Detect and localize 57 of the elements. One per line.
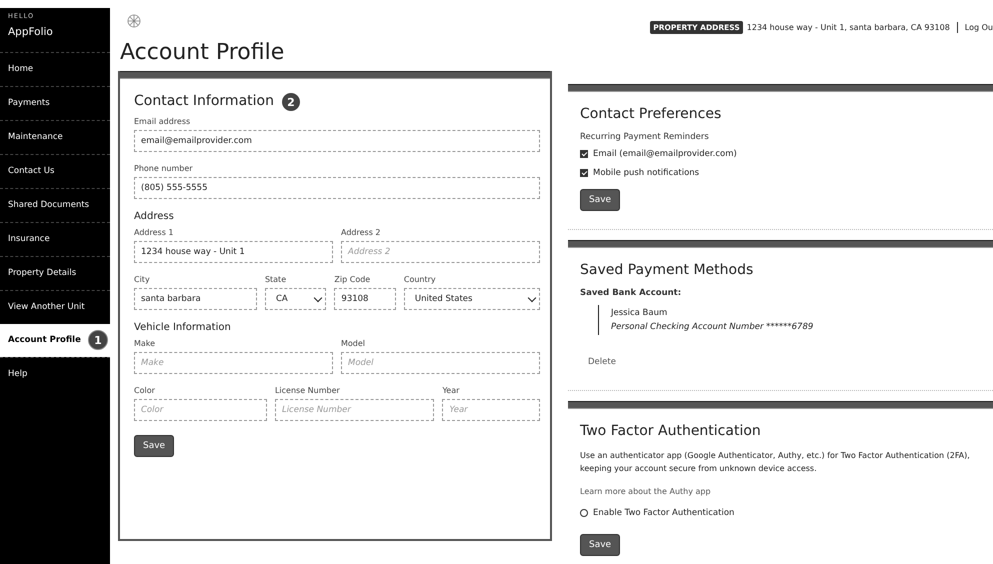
field-label: License Number	[274, 386, 341, 395]
save-button[interactable]: Save	[580, 189, 620, 211]
section-title: Two Factor Authentication	[580, 423, 762, 439]
field-label: State	[264, 275, 288, 284]
sidebar-item[interactable]: Property Details	[0, 256, 110, 290]
input-field[interactable]: (805) 555-5555	[134, 177, 540, 199]
authy-link[interactable]: Learn more about the Authy app	[580, 487, 983, 496]
field-label: Year	[442, 386, 460, 395]
delete-link[interactable]: Delete	[588, 357, 616, 367]
checkbox[interactable]	[580, 169, 588, 177]
property-address: 1234 house way - Unit 1, santa barbara, CA 93108	[746, 23, 950, 32]
field-label: Zip Code	[334, 275, 372, 284]
field-label: Address 1	[134, 228, 174, 237]
section-subtitle: Recurring Payment Reminders	[580, 132, 710, 142]
input-field[interactable]: email@emailprovider.com	[134, 130, 540, 152]
field-label: Address 2	[341, 228, 382, 237]
logout-link[interactable]: Log Ou	[964, 23, 993, 32]
description-text: Use an authenticator app (Google Authenticator, Authy, etc.) for Two Factor Authentication (2FA), keeping your account secure from unknown device access.	[580, 450, 971, 475]
field-label: Color	[134, 386, 156, 395]
field-label: Make	[134, 339, 156, 348]
section-title: Saved Payment Methods	[580, 262, 754, 278]
sidebar-item[interactable]: Maintenance	[0, 120, 110, 154]
sidebar-item[interactable]: Home	[0, 52, 110, 86]
page-title: Account Profile	[120, 40, 284, 66]
option-label: Enable Two Factor Authentication	[593, 508, 734, 518]
sidebar-item[interactable]: Contact Us	[0, 154, 110, 188]
section-title: Contact Information	[134, 93, 274, 109]
callout-number: 2	[282, 93, 300, 111]
field-label: Phone number	[134, 164, 194, 173]
input-field[interactable]: santa barbara	[134, 288, 257, 310]
account-description: Personal Checking Account Number ******6789	[611, 321, 814, 334]
save-button[interactable]: Save	[580, 534, 620, 556]
option-label: Email (email@emailprovider.com)	[593, 149, 737, 159]
account-holder-name: Jessica Baum	[611, 307, 668, 320]
input-field[interactable]: 93108	[334, 288, 396, 310]
brand-name: AppFolio	[7, 25, 54, 40]
radio-button[interactable]	[580, 509, 588, 517]
save-button[interactable]: Save	[134, 435, 174, 457]
callout-number: 1	[88, 330, 108, 350]
section-subtitle: Saved Bank Account:	[580, 288, 682, 298]
sidebar-item[interactable]: Payments	[0, 86, 110, 120]
checkbox[interactable]	[580, 150, 588, 158]
section-title: Contact Preferences	[580, 106, 722, 122]
field-label: Email address	[134, 117, 192, 126]
field-label: Country	[404, 275, 437, 284]
input-field[interactable]: 1234 house way - Unit 1	[134, 241, 333, 263]
option-label: Mobile push notifications	[593, 168, 700, 178]
field-label: Model	[341, 339, 366, 348]
section-heading: Vehicle Information	[134, 322, 232, 333]
section-heading: Address	[134, 211, 175, 222]
select-field[interactable]: United States	[404, 288, 540, 310]
field-label: City	[134, 275, 151, 284]
sidebar-item[interactable]: Account Profile 1	[0, 324, 110, 357]
sidebar-item[interactable]: Insurance	[0, 222, 110, 256]
sidebar-item[interactable]: Shared Documents	[0, 188, 110, 222]
sidebar-item[interactable]: Help	[0, 357, 110, 391]
select-field[interactable]: CA	[264, 288, 326, 310]
